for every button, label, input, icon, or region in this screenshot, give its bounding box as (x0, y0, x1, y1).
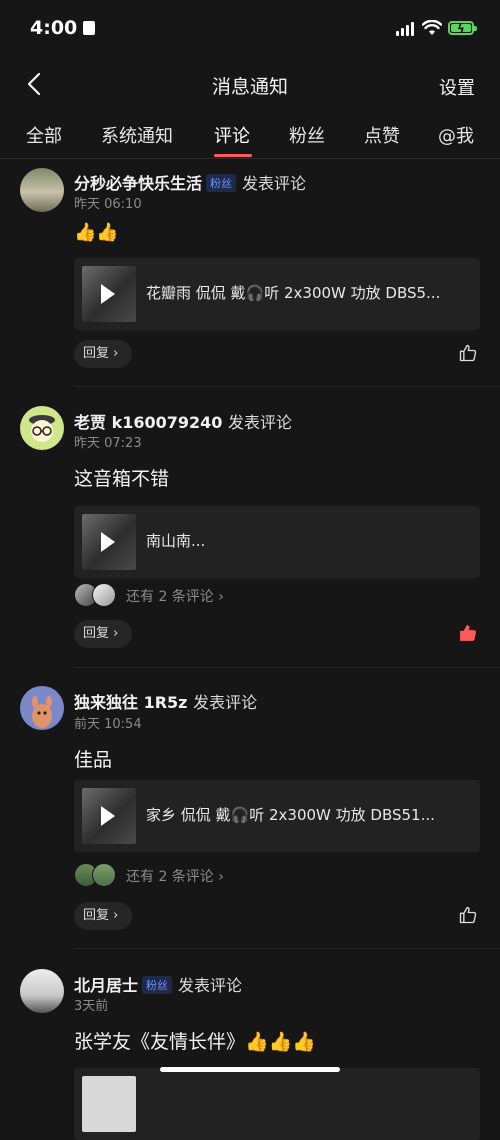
reply-button[interactable]: 回复 › (74, 620, 132, 648)
comment-time: 前天 10:54 (74, 717, 142, 732)
fan-badge: 粉丝 (206, 174, 237, 192)
tab-fans[interactable]: 粉丝 (289, 122, 325, 148)
wifi-icon (422, 20, 442, 35)
video-preview-card[interactable]: 南山南... (74, 506, 480, 578)
tab-likes[interactable]: 点赞 (364, 122, 400, 148)
thumbs-up-icon[interactable] (458, 905, 478, 925)
reply-button[interactable]: 回复 › (74, 340, 132, 368)
tab-comments[interactable]: 评论 (214, 122, 250, 148)
video-preview-card[interactable]: 家乡 侃侃 戴🎧听 2x300W 功放 DBS51... (74, 780, 480, 852)
tab-system[interactable]: 系统通知 (101, 122, 173, 148)
avatar-glasses-face-icon (29, 415, 55, 442)
thumbs-up-icon[interactable] (458, 343, 478, 363)
more-comments-link[interactable]: 还有 2 条评论 › (74, 583, 274, 607)
fan-badge: 粉丝 (142, 976, 173, 994)
video-thumbnail (82, 788, 136, 844)
video-thumbnail (82, 266, 136, 322)
battery-icon: ϟ (448, 21, 477, 36)
video-thumbnail (82, 514, 136, 570)
thumbs-up-filled-icon[interactable] (458, 623, 478, 643)
home-indicator (160, 1067, 340, 1072)
comment-time: 昨天 06:10 (74, 197, 142, 212)
divider (74, 948, 500, 949)
comment-author[interactable]: 老贾 k160079240 发表评论 (74, 409, 292, 433)
tab-bar: 全部 系统通知 评论 粉丝 点赞 @我 (0, 122, 500, 158)
lock-icon (83, 21, 96, 35)
divider (74, 667, 500, 668)
divider (74, 386, 500, 387)
comment-text: 这音箱不错 (74, 468, 170, 490)
avatar[interactable] (20, 168, 64, 212)
avatar (92, 863, 116, 887)
play-icon (101, 532, 115, 552)
play-icon (101, 806, 115, 826)
comment-text: 佳品 (74, 749, 113, 771)
page-title: 消息通知 (211, 76, 288, 98)
comment-author[interactable]: 独来独往 1R5z 发表评论 (74, 689, 257, 713)
comment-time: 昨天 07:23 (74, 436, 142, 451)
avatar[interactable] (20, 686, 64, 730)
comment-time: 3天前 (74, 999, 109, 1014)
video-title: 花瓣雨 侃侃 戴🎧听 2x300W 功放 DBS5... (146, 284, 441, 302)
comment-text: 👍👍 (74, 222, 119, 243)
more-comments-link[interactable]: 还有 2 条评论 › (74, 863, 274, 887)
avatar (92, 583, 116, 607)
tab-all[interactable]: 全部 (26, 122, 62, 148)
video-thumbnail (82, 1076, 136, 1132)
video-preview-card[interactable]: 花瓣雨 侃侃 戴🎧听 2x300W 功放 DBS5... (74, 258, 480, 330)
video-preview-card[interactable] (74, 1068, 480, 1140)
tabs-divider (0, 158, 500, 159)
cellular-signal-icon (396, 22, 414, 36)
comment-author[interactable]: 北月居士 粉丝 发表评论 (74, 972, 242, 996)
video-title: 南山南... (146, 532, 206, 550)
avatar-creature-icon (32, 696, 52, 728)
active-tab-indicator (214, 154, 252, 157)
comment-text: 张学友《友情长伴》👍👍👍 (74, 1031, 316, 1053)
avatar[interactable] (20, 969, 64, 1013)
reply-button[interactable]: 回复 › (74, 902, 132, 930)
avatar[interactable] (20, 406, 64, 450)
tab-mentions[interactable]: @我 (438, 122, 474, 148)
settings-button[interactable]: 设置 (439, 74, 475, 100)
video-title: 家乡 侃侃 戴🎧听 2x300W 功放 DBS51... (146, 806, 435, 824)
comment-author[interactable]: 分秒必争快乐生活 粉丝 发表评论 (74, 170, 306, 194)
status-time: 4:00 (30, 17, 96, 39)
play-icon (101, 284, 115, 304)
